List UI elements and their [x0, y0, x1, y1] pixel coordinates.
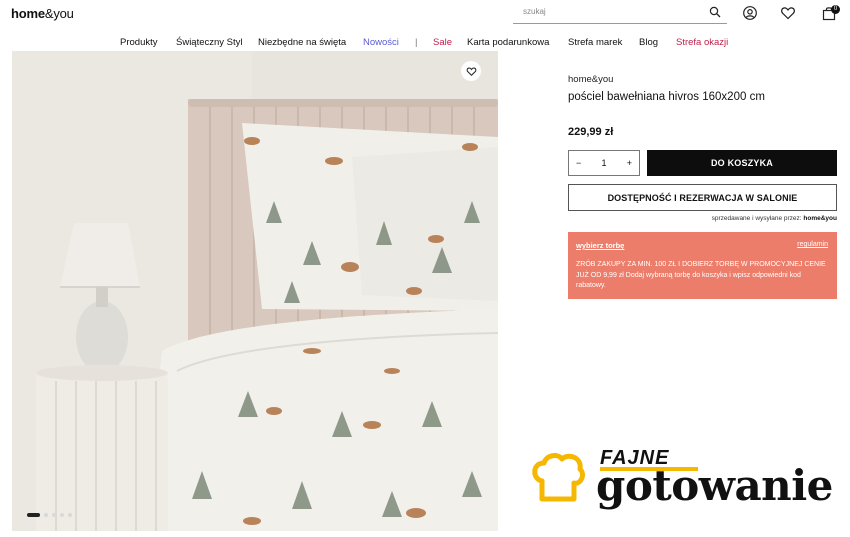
logo-bold: home	[11, 6, 45, 21]
quantity-stepper: − 1 +	[568, 150, 640, 176]
watermark-logo: FAJNE gotowanie	[530, 447, 833, 517]
add-to-cart-button[interactable]: DO KOSZYKA	[647, 150, 837, 176]
nav-karta-podarunkowa[interactable]: Karta podarunkowa	[467, 37, 549, 48]
add-to-wishlist-button[interactable]	[461, 61, 481, 81]
gallery-dot-4[interactable]	[60, 512, 64, 517]
product-image[interactable]	[12, 51, 498, 531]
account-icon[interactable]	[742, 5, 758, 21]
heart-icon	[466, 66, 476, 76]
sold-by-prefix: sprzedawane i wysyłane przez:	[711, 215, 802, 222]
chef-hat-icon	[532, 453, 585, 502]
gallery-dot-2[interactable]	[44, 512, 48, 517]
nav-nowosci[interactable]: Nowości	[363, 37, 399, 48]
cart-count-badge: 0	[831, 5, 840, 14]
site-logo[interactable]: home&you	[11, 6, 74, 21]
promo-text: ZRÓB ZAKUPY ZA MIN. 100 ZŁ I DOBIERZ TOR…	[576, 261, 826, 289]
bedding-photo-illustration	[12, 51, 498, 531]
nav-strefa-okazji[interactable]: Strefa okazji	[676, 37, 728, 48]
pick-bag-link[interactable]: wybierz torbę	[576, 241, 624, 250]
nav-niezbedne-na-swieta[interactable]: Niezbędne na święta	[258, 37, 346, 48]
bag-promo-box: wybierz torbę regulamin ZRÓB ZAKUPY ZA M…	[568, 232, 837, 299]
nav-blog[interactable]: Blog	[639, 37, 658, 48]
gallery-dot-5[interactable]	[68, 512, 72, 517]
search-input[interactable]	[523, 7, 693, 16]
quantity-value[interactable]: 1	[601, 158, 606, 168]
wishlist-heart-icon[interactable]	[780, 5, 796, 21]
gallery-dot-3[interactable]	[52, 512, 56, 517]
quantity-decrease-button[interactable]: −	[576, 158, 581, 168]
promo-rules-link[interactable]: regulamin	[797, 241, 828, 248]
logo-rest: &you	[44, 6, 74, 21]
store-availability-button[interactable]: DOSTĘPNOŚĆ I REZERWACJA W SALONIE	[568, 184, 837, 211]
nav-separator: |	[415, 37, 418, 48]
nav-swiateczny-styl[interactable]: Świąteczny Styl	[176, 37, 243, 48]
search-bar	[513, 0, 727, 24]
product-name: pościel bawełniana hivros 160x200 cm	[568, 91, 765, 103]
product-brand[interactable]: home&you	[568, 74, 613, 85]
sold-by-seller: home&you	[803, 215, 837, 222]
watermark-word-2: gotowanie	[596, 461, 833, 510]
product-price: 229,99 zł	[568, 126, 614, 138]
nav-strefa-marek[interactable]: Strefa marek	[568, 37, 622, 48]
nav-produkty[interactable]: Produkty	[120, 37, 158, 48]
main-nav: Produkty Świąteczny Styl Niezbędne na św…	[0, 37, 850, 51]
search-icon[interactable]	[709, 6, 721, 18]
quantity-increase-button[interactable]: +	[627, 158, 632, 168]
gallery-dot-1[interactable]	[27, 512, 40, 517]
sold-by-info: sprzedawane i wysyłane przez: home&you	[712, 215, 837, 222]
nav-sale[interactable]: Sale	[433, 37, 452, 48]
gallery-pagination	[27, 512, 72, 517]
